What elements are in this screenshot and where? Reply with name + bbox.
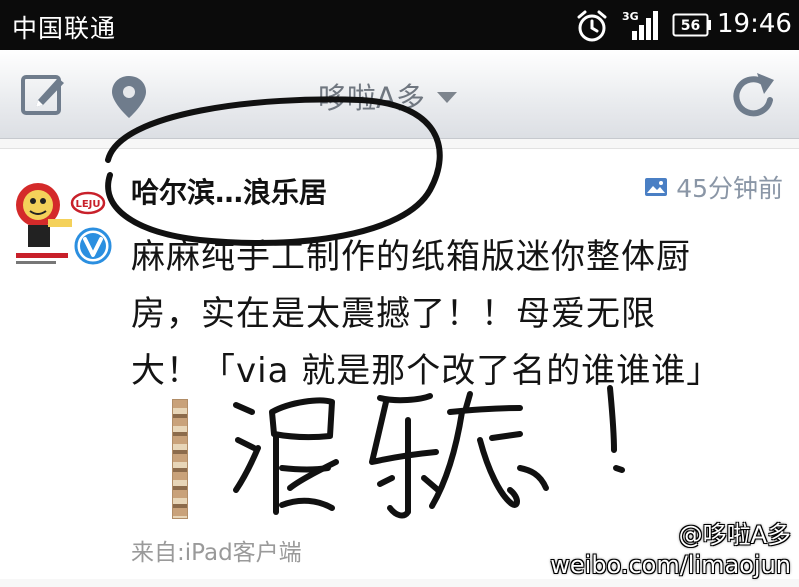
post-text: 麻麻纯手工制作的纸箱版迷你整体厨 房，实在是太震撼了！！母爱无限 大！「via … xyxy=(131,229,771,400)
battery-level: 56 xyxy=(681,18,700,34)
post-username[interactable]: 哈尔滨…浪乐居 xyxy=(131,171,327,211)
image-attachment-icon xyxy=(645,178,668,196)
post-card[interactable]: LEJU 哈尔滨…浪乐居 45分钟前 麻麻纯手工制作的纸箱版迷你整体厨 房，实在… xyxy=(0,148,799,579)
status-clock: 19:46 xyxy=(717,9,792,39)
account-switcher[interactable]: 哆啦A多 xyxy=(318,74,457,118)
watermark: @哆啦A多 weibo.com/limaojun xyxy=(550,520,791,580)
chevron-down-icon xyxy=(436,92,457,103)
post-text-line: 大！「via 就是那个改了名的谁谁谁」 xyxy=(131,351,722,391)
battery-icon: 56 xyxy=(672,13,711,37)
title-bar: 哆啦A多 xyxy=(0,50,799,139)
network-type-label: 3G xyxy=(622,10,639,23)
refresh-icon[interactable] xyxy=(728,70,780,122)
watermark-handle: @哆啦A多 xyxy=(678,521,791,549)
post-time-label: 45分钟前 xyxy=(676,174,783,203)
post-time: 45分钟前 xyxy=(644,169,783,205)
avatar-logo-text: LEJU xyxy=(75,199,100,210)
watermark-url: weibo.com/limaojun xyxy=(550,551,791,579)
verified-badge-icon xyxy=(74,227,112,265)
account-name: 哆啦A多 xyxy=(318,81,425,115)
signal-icon: 3G xyxy=(622,10,658,40)
post-image-thumbnail[interactable] xyxy=(172,399,188,519)
location-pin-icon[interactable] xyxy=(108,74,150,120)
alarm-icon xyxy=(577,10,607,42)
post-text-line: 房，实在是太震撼了！！母爱无限 xyxy=(131,294,656,334)
status-bar: 中国联通 3G 56 19:46 xyxy=(0,0,799,50)
carrier-name: 中国联通 xyxy=(12,14,117,43)
post-text-line: 麻麻纯手工制作的纸箱版迷你整体厨 xyxy=(131,237,691,277)
compose-icon[interactable] xyxy=(20,72,66,118)
post-source: 来自:iPad客户端 xyxy=(131,540,302,566)
